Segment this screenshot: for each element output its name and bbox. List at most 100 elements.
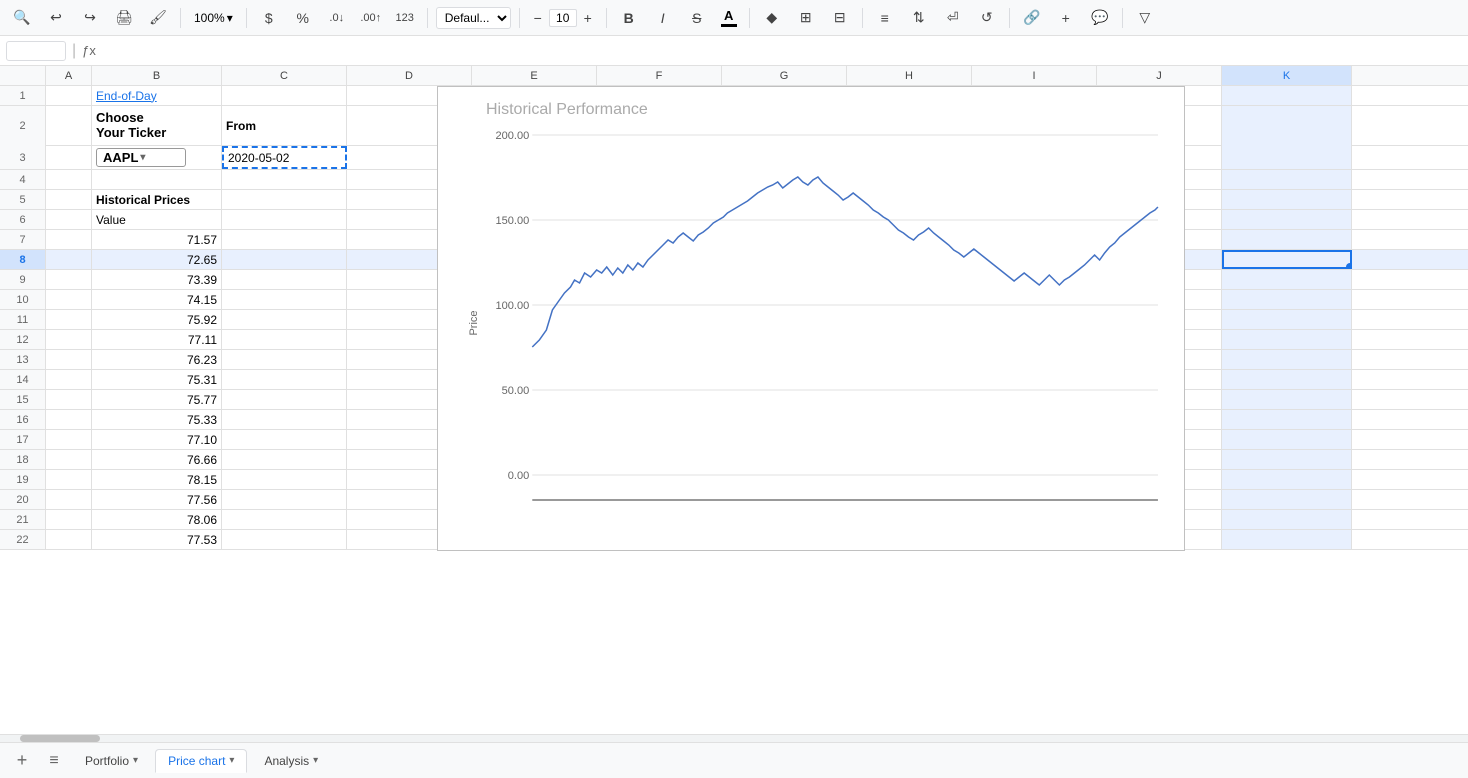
cell-b10[interactable]: 74.15 bbox=[92, 290, 222, 309]
cell-b14[interactable]: 75.31 bbox=[92, 370, 222, 389]
cell-a1[interactable] bbox=[46, 86, 92, 105]
row-num-14: 14 bbox=[0, 370, 46, 389]
cell-a6[interactable] bbox=[46, 210, 92, 229]
row-num-3: 3 bbox=[0, 146, 46, 169]
paint-format-button[interactable]: 🖌 bbox=[144, 4, 172, 32]
valign-button[interactable]: ⇅ bbox=[905, 4, 933, 32]
cell-k1[interactable] bbox=[1222, 86, 1352, 105]
col-header-b: B bbox=[92, 66, 222, 85]
font-size-input[interactable] bbox=[549, 9, 577, 27]
cell-b13[interactable]: 76.23 bbox=[92, 350, 222, 369]
borders-button[interactable]: ⊞ bbox=[792, 4, 820, 32]
cell-b2[interactable]: ChooseYour Ticker bbox=[92, 106, 222, 146]
cell-b18[interactable]: 76.66 bbox=[92, 450, 222, 469]
cell-a4[interactable] bbox=[46, 170, 92, 189]
insert-button[interactable]: + bbox=[1052, 4, 1080, 32]
fill-color-button[interactable]: ◆ bbox=[758, 4, 786, 32]
cell-b9[interactable]: 73.39 bbox=[92, 270, 222, 289]
svg-text:100.00: 100.00 bbox=[495, 300, 529, 312]
cell-a3[interactable] bbox=[46, 146, 92, 169]
add-sheet-button[interactable]: + bbox=[8, 747, 36, 775]
cell-b20[interactable]: 77.56 bbox=[92, 490, 222, 509]
cell-c4[interactable] bbox=[222, 170, 347, 189]
tab-portfolio[interactable]: Portfolio ▾ bbox=[72, 749, 151, 773]
format-123-button[interactable]: 123 bbox=[391, 4, 419, 32]
cell-reference-input[interactable]: K8 bbox=[6, 41, 66, 61]
cell-b19[interactable]: 78.15 bbox=[92, 470, 222, 489]
divider-8 bbox=[1009, 8, 1010, 28]
search-button[interactable]: 🔍 bbox=[8, 4, 36, 32]
row-num-2: 2 bbox=[0, 106, 46, 146]
row-num-18: 18 bbox=[0, 450, 46, 469]
fill-handle[interactable] bbox=[1346, 263, 1352, 269]
cell-k5[interactable] bbox=[1222, 190, 1352, 209]
y-axis-label: Price bbox=[468, 303, 480, 343]
cell-b15[interactable]: 75.77 bbox=[92, 390, 222, 409]
cell-b3[interactable]: AAPL ▾ bbox=[92, 146, 222, 169]
scrollbar-thumb[interactable] bbox=[20, 735, 100, 742]
cell-a5[interactable] bbox=[46, 190, 92, 209]
cell-b12[interactable]: 77.11 bbox=[92, 330, 222, 349]
cell-k6[interactable] bbox=[1222, 210, 1352, 229]
print-button[interactable]: 🖨 bbox=[110, 4, 138, 32]
col-header-i: I bbox=[972, 66, 1097, 85]
sheet-menu-button[interactable]: ≡ bbox=[40, 747, 68, 775]
ticker-dropdown[interactable]: AAPL ▾ bbox=[96, 148, 186, 167]
tab-analysis[interactable]: Analysis ▾ bbox=[251, 749, 331, 773]
italic-button[interactable]: I bbox=[649, 4, 677, 32]
cell-b5[interactable]: Historical Prices bbox=[92, 190, 222, 209]
cell-b11[interactable]: 75.92 bbox=[92, 310, 222, 329]
merge-button[interactable]: ⊟ bbox=[826, 4, 854, 32]
svg-text:0.00: 0.00 bbox=[508, 470, 530, 482]
cell-b1[interactable]: End-of-Day bbox=[92, 86, 222, 105]
cell-c1[interactable] bbox=[222, 86, 347, 105]
divider-1 bbox=[180, 8, 181, 28]
currency-button[interactable]: $ bbox=[255, 4, 283, 32]
cell-c3[interactable]: 2020-05-02 bbox=[222, 146, 347, 169]
row-num-4: 4 bbox=[0, 170, 46, 189]
font-size-increase-button[interactable]: + bbox=[578, 8, 598, 28]
percent-button[interactable]: % bbox=[289, 4, 317, 32]
cell-c2[interactable]: From bbox=[222, 106, 347, 146]
cell-k3[interactable] bbox=[1222, 146, 1352, 169]
horizontal-scrollbar[interactable] bbox=[0, 734, 1468, 742]
font-size-decrease-button[interactable]: − bbox=[528, 8, 548, 28]
cell-c6[interactable] bbox=[222, 210, 347, 229]
rotate-button[interactable]: ↺ bbox=[973, 4, 1001, 32]
cell-b17[interactable]: 77.10 bbox=[92, 430, 222, 449]
row-num-20: 20 bbox=[0, 490, 46, 509]
row-num-17: 17 bbox=[0, 430, 46, 449]
cell-b6[interactable]: Value bbox=[92, 210, 222, 229]
cell-k8[interactable] bbox=[1222, 250, 1352, 269]
cell-c5[interactable] bbox=[222, 190, 347, 209]
font-color-button[interactable]: A bbox=[717, 4, 741, 32]
halign-button[interactable]: ≡ bbox=[871, 4, 899, 32]
bold-button[interactable]: B bbox=[615, 4, 643, 32]
cell-b7[interactable]: 71.57 bbox=[92, 230, 222, 249]
decimal-increase-button[interactable]: .00↑ bbox=[357, 4, 385, 32]
cell-b21[interactable]: 78.06 bbox=[92, 510, 222, 529]
col-header-d: D bbox=[347, 66, 472, 85]
font-family-select[interactable]: Defaul... bbox=[436, 7, 511, 29]
zoom-control[interactable]: 100% ▾ bbox=[189, 8, 238, 28]
decimal-decrease-button[interactable]: .0↓ bbox=[323, 4, 351, 32]
cell-b4[interactable] bbox=[92, 170, 222, 189]
redo-button[interactable]: ↪ bbox=[76, 4, 104, 32]
tab-price-chart[interactable]: Price chart ▾ bbox=[155, 749, 247, 773]
filter-button[interactable]: ▽ bbox=[1131, 4, 1159, 32]
comment-button[interactable]: 💬 bbox=[1086, 4, 1114, 32]
row-num-19: 19 bbox=[0, 470, 46, 489]
cell-b22[interactable]: 77.53 bbox=[92, 530, 222, 549]
undo-button[interactable]: ↩ bbox=[42, 4, 70, 32]
cell-k4[interactable] bbox=[1222, 170, 1352, 189]
wrap-button[interactable]: ⏎ bbox=[939, 4, 967, 32]
link-button[interactable]: 🔗 bbox=[1018, 4, 1046, 32]
row-num-10: 10 bbox=[0, 290, 46, 309]
formula-input[interactable] bbox=[102, 41, 1462, 60]
cell-b8[interactable]: 72.65 bbox=[92, 250, 222, 269]
strikethrough-button[interactable]: S bbox=[683, 4, 711, 32]
divider-7 bbox=[862, 8, 863, 28]
cell-b16[interactable]: 75.33 bbox=[92, 410, 222, 429]
cell-k2[interactable] bbox=[1222, 106, 1352, 146]
cell-a2[interactable] bbox=[46, 106, 92, 146]
